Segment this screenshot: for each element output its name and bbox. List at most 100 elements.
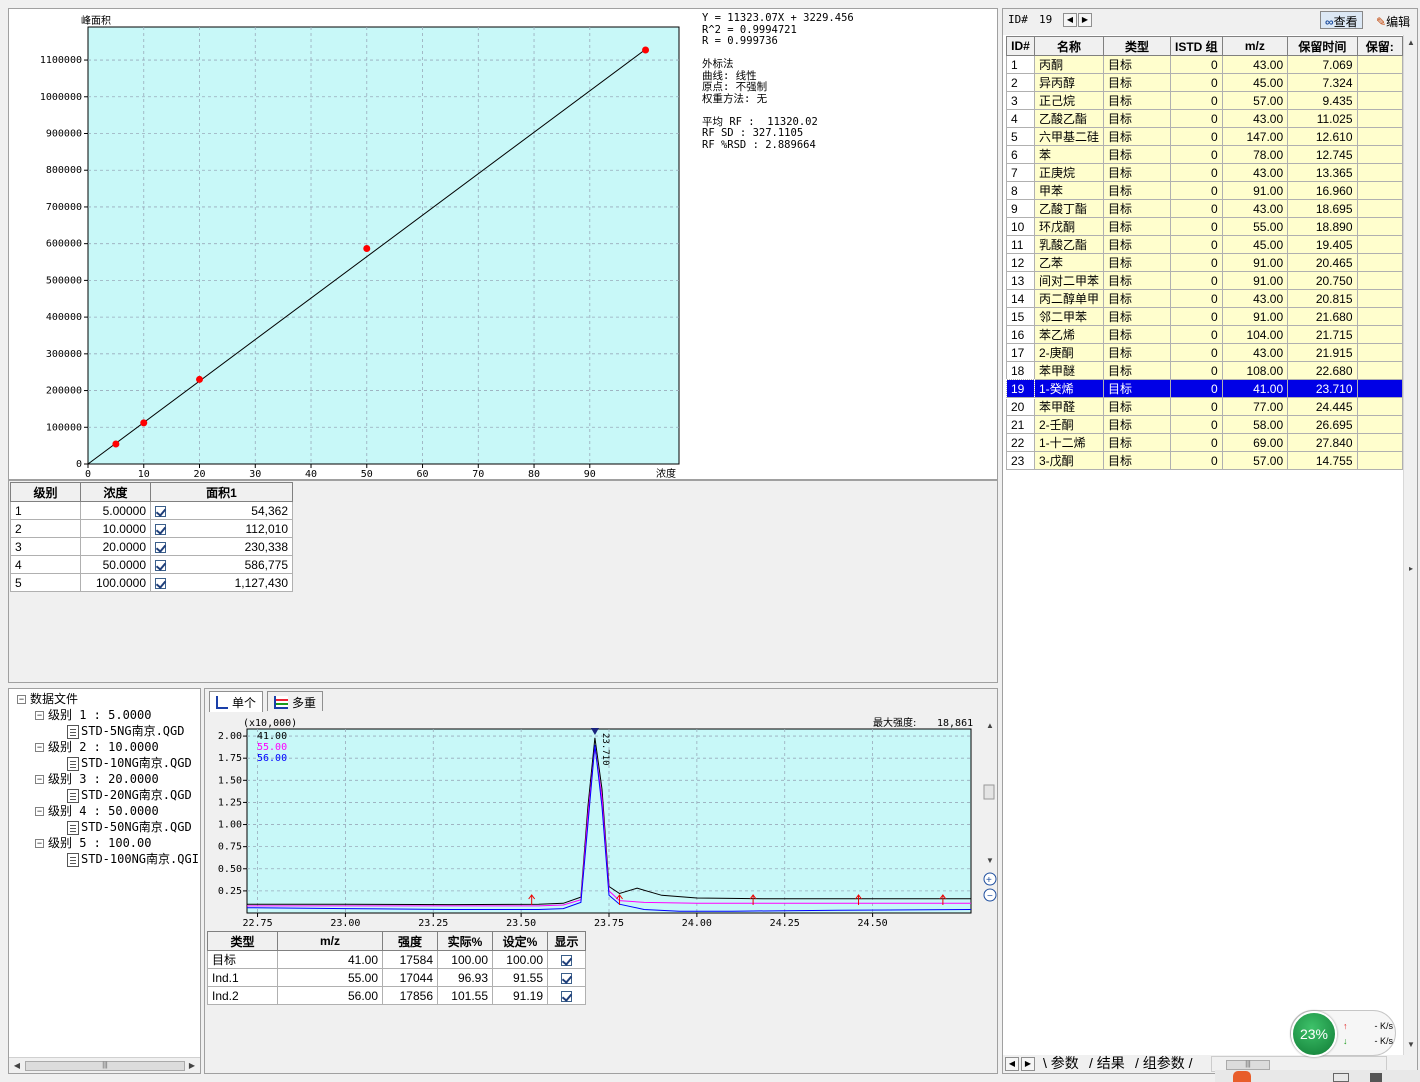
area-cell[interactable]: 1,127,430 bbox=[150, 573, 293, 592]
compound-istd-cell[interactable]: 0 bbox=[1170, 163, 1223, 182]
compound-rt2-cell[interactable] bbox=[1356, 361, 1403, 380]
area-cell[interactable]: 112,010 bbox=[150, 519, 293, 538]
compound-mz-cell[interactable]: 108.00 bbox=[1221, 361, 1289, 380]
compound-id-cell[interactable]: 1 bbox=[1006, 55, 1035, 74]
compound-rt-cell[interactable]: 21.915 bbox=[1287, 343, 1358, 362]
tree-file-node[interactable]: STD-20NG南京.QGD bbox=[67, 786, 192, 803]
col-header-conc[interactable]: 浓度 bbox=[80, 482, 151, 502]
input-method-icon[interactable] bbox=[1233, 1071, 1251, 1082]
tree-file-node[interactable]: STD-10NG南京.QGD bbox=[67, 754, 192, 771]
compound-row[interactable]: 10 环戊酮 目标 0 55.00 18.890 bbox=[1006, 217, 1403, 236]
compound-kind-cell[interactable]: 目标 bbox=[1102, 397, 1172, 416]
compound-kind-cell[interactable]: 目标 bbox=[1102, 73, 1172, 92]
compound-id-cell[interactable]: 12 bbox=[1006, 253, 1035, 272]
col-header-area[interactable]: 面积1 bbox=[150, 482, 293, 502]
compound-mz-cell[interactable]: 43.00 bbox=[1221, 163, 1289, 182]
compound-kind-cell[interactable]: 目标 bbox=[1102, 91, 1172, 110]
include-checkbox[interactable] bbox=[155, 524, 166, 535]
compound-row[interactable]: 12 乙苯 目标 0 91.00 20.465 bbox=[1006, 253, 1403, 272]
compound-mz-cell[interactable]: 43.00 bbox=[1221, 343, 1289, 362]
compound-row[interactable]: 22 1-十二烯 目标 0 69.00 27.840 bbox=[1006, 433, 1403, 452]
compound-rt-cell[interactable]: 22.680 bbox=[1287, 361, 1358, 380]
compound-rt2-cell[interactable] bbox=[1356, 433, 1403, 452]
compound-id-cell[interactable]: 18 bbox=[1006, 361, 1035, 380]
col-header-actual[interactable]: 实际% bbox=[437, 931, 493, 951]
compound-rt2-cell[interactable] bbox=[1356, 289, 1403, 308]
compound-id-cell[interactable]: 16 bbox=[1006, 325, 1035, 344]
tree-level-node[interactable]: − 级别 2 : 10.0000 bbox=[35, 738, 159, 755]
ion-type-cell[interactable]: Ind.2 bbox=[207, 986, 278, 1005]
compound-name-cell[interactable]: 苯甲醚 bbox=[1033, 361, 1104, 380]
compound-rt-cell[interactable]: 20.815 bbox=[1287, 289, 1358, 308]
data-file-tree[interactable]: − 数据文件 − 级别 1 : 5.0000 STD-5NG南京.QGD − 级别 2 : … bbox=[8, 688, 201, 1074]
compound-kind-cell[interactable]: 目标 bbox=[1102, 181, 1172, 200]
include-checkbox[interactable] bbox=[155, 560, 166, 571]
ion-set-cell[interactable]: 91.55 bbox=[492, 968, 548, 987]
tree-file-node[interactable]: STD-50NG南京.QGD bbox=[67, 818, 192, 835]
compound-row[interactable]: 11 乳酸乙酯 目标 0 45.00 19.405 bbox=[1006, 235, 1403, 254]
ion-type-cell[interactable]: Ind.1 bbox=[207, 968, 278, 987]
compound-mz-cell[interactable]: 45.00 bbox=[1221, 235, 1289, 254]
compound-id-cell[interactable]: 7 bbox=[1006, 163, 1035, 182]
compound-table[interactable]: ID# 名称 类型 ISTD 组 m/z 保留时间 保留: 1 丙酮 目标 0 43.0… bbox=[1005, 36, 1403, 470]
compound-istd-cell[interactable]: 0 bbox=[1170, 415, 1223, 434]
compound-kind-cell[interactable]: 目标 bbox=[1102, 433, 1172, 452]
compound-mz-cell[interactable]: 78.00 bbox=[1221, 145, 1289, 164]
ion-mz-cell[interactable]: 56.00 bbox=[277, 986, 383, 1005]
compound-mz-cell[interactable]: 91.00 bbox=[1221, 271, 1289, 290]
compound-rt2-cell[interactable] bbox=[1356, 181, 1403, 200]
compound-rt-cell[interactable]: 12.745 bbox=[1287, 145, 1358, 164]
area-cell[interactable]: 54,362 bbox=[150, 501, 293, 520]
compound-istd-cell[interactable]: 0 bbox=[1170, 307, 1223, 326]
compound-istd-cell[interactable]: 0 bbox=[1170, 325, 1223, 344]
conc-cell[interactable]: 5.00000 bbox=[80, 501, 151, 520]
area-cell[interactable]: 230,338 bbox=[150, 537, 293, 556]
compound-name-cell[interactable]: 3-戊酮 bbox=[1033, 451, 1104, 470]
compound-row[interactable]: 23 3-戊酮 目标 0 57.00 14.755 bbox=[1006, 451, 1403, 470]
compound-name-cell[interactable]: 苯甲醛 bbox=[1033, 397, 1104, 416]
compound-istd-cell[interactable]: 0 bbox=[1170, 199, 1223, 218]
compound-istd-cell[interactable]: 0 bbox=[1170, 127, 1223, 146]
compound-mz-cell[interactable]: 147.00 bbox=[1221, 127, 1289, 146]
level-row[interactable]: 5 100.0000 1,127,430 bbox=[10, 573, 293, 592]
col-header-intensity[interactable]: 强度 bbox=[382, 931, 438, 951]
conc-cell[interactable]: 20.0000 bbox=[80, 537, 151, 556]
compound-name-cell[interactable]: 乳酸乙酯 bbox=[1033, 235, 1104, 254]
compound-rt2-cell[interactable] bbox=[1356, 73, 1403, 92]
compound-kind-cell[interactable]: 目标 bbox=[1102, 109, 1172, 128]
compound-name-cell[interactable]: 乙苯 bbox=[1033, 253, 1104, 272]
tab-single[interactable]: 单个 bbox=[209, 691, 264, 712]
compound-mz-cell[interactable]: 41.00 bbox=[1221, 379, 1289, 398]
ion-set-cell[interactable]: 91.19 bbox=[492, 986, 548, 1005]
compound-rt-cell[interactable]: 16.960 bbox=[1287, 181, 1358, 200]
compound-kind-cell[interactable]: 目标 bbox=[1102, 253, 1172, 272]
compound-kind-cell[interactable]: 目标 bbox=[1102, 361, 1172, 380]
compound-id-cell[interactable]: 15 bbox=[1006, 307, 1035, 326]
compound-rt-cell[interactable]: 14.755 bbox=[1287, 451, 1358, 470]
collapse-icon[interactable]: − bbox=[17, 695, 26, 705]
compound-istd-cell[interactable]: 0 bbox=[1170, 235, 1223, 254]
compound-mz-cell[interactable]: 43.00 bbox=[1221, 109, 1289, 128]
compound-row[interactable]: 5 六甲基二硅 目标 0 147.00 12.610 bbox=[1006, 127, 1403, 146]
compound-kind-cell[interactable]: 目标 bbox=[1102, 289, 1172, 308]
show-checkbox[interactable] bbox=[561, 990, 572, 1002]
include-checkbox[interactable] bbox=[155, 578, 166, 589]
col-header-mz-right[interactable]: m/z bbox=[1221, 36, 1289, 56]
compound-table-viewport[interactable]: ID# 名称 类型 ISTD 组 m/z 保留时间 保留: 1 丙酮 目标 0 43.0… bbox=[1003, 35, 1403, 1057]
compound-rt2-cell[interactable] bbox=[1356, 253, 1403, 272]
compound-rt2-cell[interactable] bbox=[1356, 145, 1403, 164]
level-cell[interactable]: 2 bbox=[10, 519, 81, 538]
compound-mz-cell[interactable]: 55.00 bbox=[1221, 217, 1289, 236]
compound-istd-cell[interactable]: 0 bbox=[1170, 73, 1223, 92]
ion-ratio-table[interactable]: 类型 m/z 强度 实际% 设定% 显示 目标 41.00 17584 100.00 1… bbox=[207, 931, 586, 1005]
compound-id-cell[interactable]: 10 bbox=[1006, 217, 1035, 236]
compound-istd-cell[interactable]: 0 bbox=[1170, 109, 1223, 128]
compound-name-cell[interactable]: 丙酮 bbox=[1033, 55, 1104, 74]
compound-kind-cell[interactable]: 目标 bbox=[1102, 451, 1172, 470]
compound-kind-cell[interactable]: 目标 bbox=[1102, 235, 1172, 254]
compound-mz-cell[interactable]: 57.00 bbox=[1221, 91, 1289, 110]
compound-rt-cell[interactable]: 21.715 bbox=[1287, 325, 1358, 344]
tree-level-node[interactable]: − 级别 5 : 100.00 bbox=[35, 834, 151, 851]
tab-prev-icon[interactable]: ◀ bbox=[1005, 1057, 1019, 1071]
compound-id-cell[interactable]: 5 bbox=[1006, 127, 1035, 146]
